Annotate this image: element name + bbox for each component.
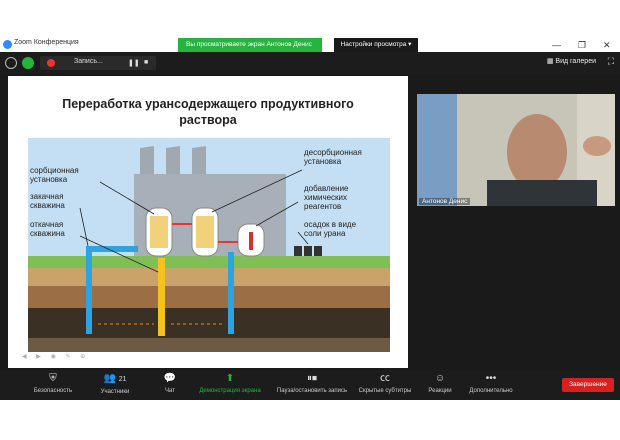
label-injection: закачная скважина [30, 192, 65, 210]
pause-recording-icon[interactable]: ❚❚ [128, 59, 140, 67]
label-text: скважина [30, 201, 65, 210]
participant-name: Антонов Денис [419, 198, 471, 205]
gallery-view-label: Вид галереи [555, 58, 596, 65]
barrel [304, 246, 312, 256]
label-text: сорбционная [30, 166, 79, 175]
participants-label: Участники [100, 389, 130, 395]
zoom-logo-icon [3, 40, 12, 49]
chat-icon: 💬 [163, 373, 177, 384]
barrel [294, 246, 302, 256]
chat-label: Чат [165, 388, 175, 394]
view-options-label: Настройки просмотра [340, 41, 407, 48]
grid-icon: ▦ [546, 58, 554, 65]
label-text: осадок в виде [304, 220, 357, 229]
stop-recording-icon[interactable]: ■ [144, 59, 148, 66]
participant-video[interactable]: Антонов Денис [417, 94, 615, 206]
meeting-top-bar: Запись... ❚❚ ■ ▦ Вид галереи ⛶ [0, 52, 620, 74]
shield-icon[interactable] [22, 57, 34, 69]
label-text: скважина [30, 229, 65, 238]
app-title: Zoom Конференция [14, 39, 79, 46]
label-sorption: сорбционная установка [30, 166, 79, 184]
label-text: закачная [30, 192, 64, 201]
label-text: добавление [304, 184, 349, 193]
pause-stop-icon: ⏸⏹ [307, 373, 317, 384]
injection-well [228, 252, 234, 334]
share-screen-label: Демонстрация экрана [199, 388, 261, 394]
reactions-label: Реакции [428, 388, 452, 394]
label-text: установка [30, 175, 68, 184]
label-text: реагентов [304, 202, 342, 211]
more-icon: ••• [485, 373, 497, 384]
reactions-button[interactable]: ☺ Реакции [420, 372, 460, 394]
label-pumping: откачная скважина [30, 220, 65, 238]
ore-layer [28, 308, 390, 338]
barrel [314, 246, 322, 256]
label-desorption: десорбционная установка [304, 148, 362, 166]
chimney [166, 146, 180, 174]
fullscreen-icon[interactable]: ⛶ [608, 56, 614, 67]
more-label: Дополнительно [469, 388, 513, 394]
video-feed [417, 94, 615, 206]
subtitles-button[interactable]: ㏄ Скрытые субтитры [356, 372, 414, 394]
share-stage: Переработка урансодержащего продуктивног… [0, 74, 620, 370]
share-screen-button[interactable]: ⬆ Демонстрация экрана [194, 372, 266, 394]
end-meeting-button[interactable]: Завершение [562, 378, 614, 392]
label-text: химических [304, 193, 348, 202]
label-text: соли урана [304, 229, 346, 238]
security-label: Безопасность [33, 388, 73, 394]
cc-icon: ㏄ [380, 373, 390, 384]
shared-slide: Переработка урансодержащего продуктивног… [8, 76, 408, 368]
participants-button[interactable]: 👥 21 Участники [90, 372, 140, 395]
label-text: установка [304, 157, 342, 166]
pause-record-label: Пауза/остановить запись [276, 388, 348, 394]
record-dot-icon [47, 59, 55, 67]
security-button[interactable]: ⛨ Безопасность [28, 372, 78, 394]
gallery-view-button[interactable]: ▦ Вид галереи [547, 57, 596, 65]
title-bar: Zoom Конференция Вы просматриваете экран… [0, 38, 620, 52]
emoji-icon: ☺ [434, 373, 446, 384]
label-text: десорбционная [304, 148, 362, 157]
chimney [192, 146, 206, 174]
clay-layer [28, 286, 390, 308]
more-button[interactable]: ••• Дополнительно [466, 372, 516, 394]
soil-layer [28, 268, 390, 286]
grass [28, 256, 390, 268]
share-screen-icon: ⬆ [225, 373, 235, 384]
label-precipitate: осадок в виде соли урана [304, 220, 356, 238]
restore-button[interactable]: ❐ [578, 39, 586, 51]
share-banner: Вы просматриваете экран Антонов Денис [178, 38, 322, 52]
pumping-well [158, 258, 165, 336]
shield-icon: ⛨ [49, 373, 57, 384]
bottom-layer [28, 338, 390, 352]
label-text: откачная [30, 220, 64, 229]
slide-controls[interactable]: ◀ ▶ ◉ ✎ ⊕ [22, 353, 89, 360]
view-options-button[interactable]: Настройки просмотра ▾ [334, 38, 418, 52]
pause-record-button[interactable]: ⏸⏹ Пауза/остановить запись [272, 372, 352, 394]
info-icon[interactable] [5, 57, 17, 69]
close-button[interactable]: ✕ [603, 39, 611, 51]
recording-indicator: Запись... ❚❚ ■ [40, 56, 156, 70]
subtitles-label: Скрытые субтитры [358, 388, 412, 394]
chimney [140, 146, 154, 174]
participants-count: 21 [118, 376, 127, 383]
meeting-toolbar: ⛨ Безопасность 👥 21 Участники 💬 Чат ⬆ Де… [0, 370, 620, 400]
chat-button[interactable]: 💬 Чат [150, 372, 190, 394]
recording-label: Запись... [74, 58, 103, 65]
label-chemicals: добавление химических реагентов [304, 184, 348, 211]
injection-well [86, 252, 92, 334]
participants-icon: 👥 21 [103, 373, 127, 384]
minimize-button[interactable]: — [552, 39, 561, 51]
